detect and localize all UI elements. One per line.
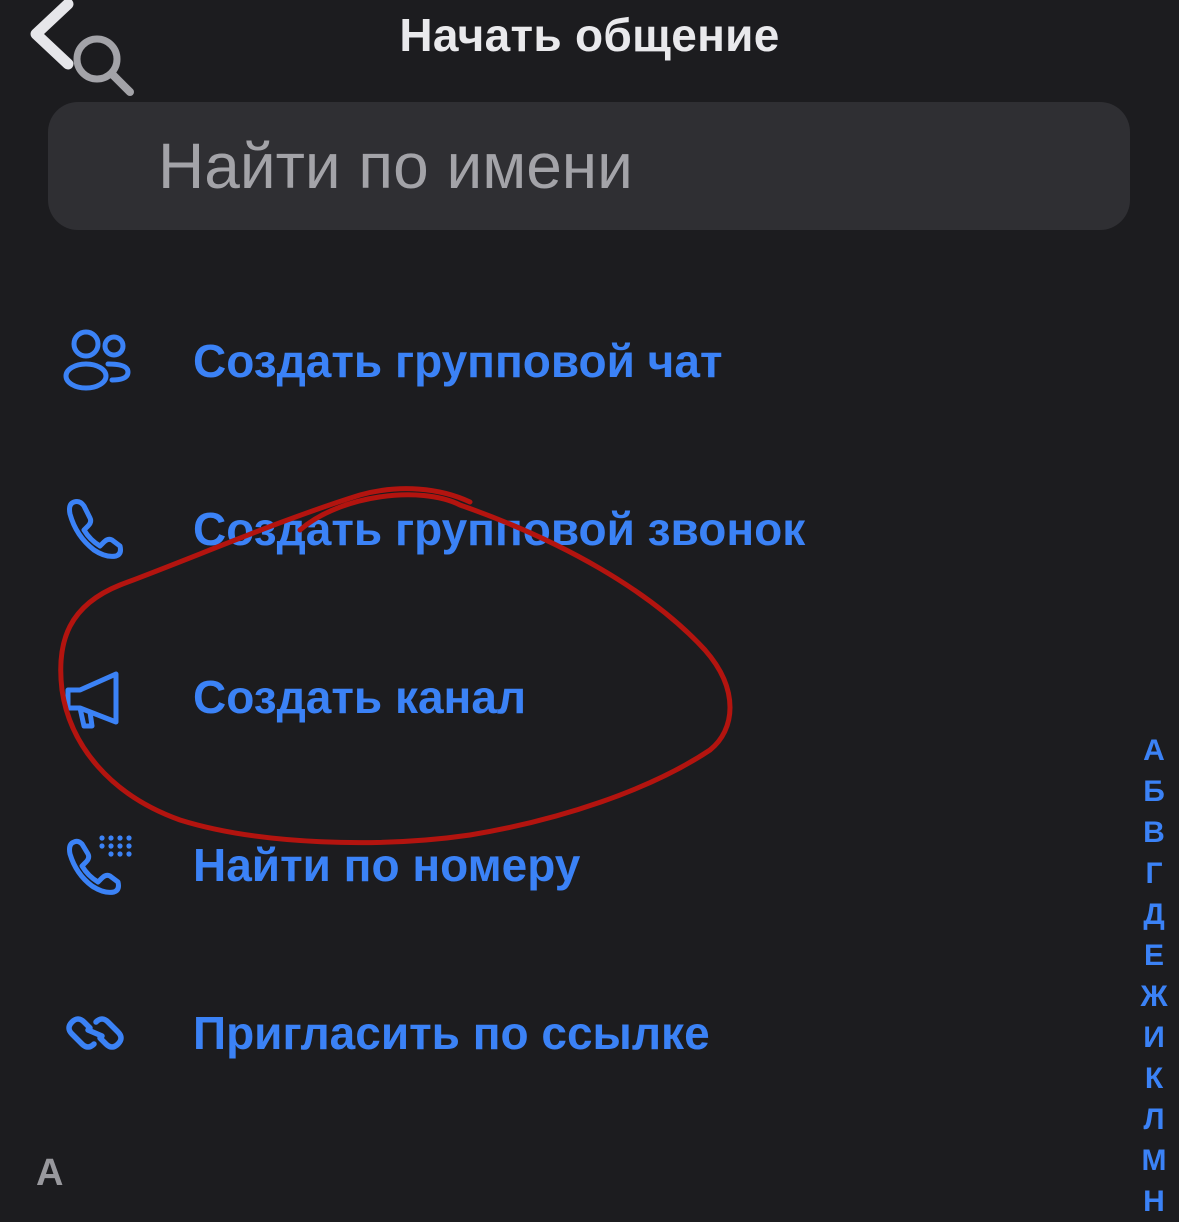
contacts-section-header: А [36, 1152, 64, 1194]
alphabet-index-letter[interactable]: Л [1132, 1099, 1176, 1140]
alphabet-index-letter[interactable]: Г [1132, 853, 1176, 894]
alphabet-index-letter[interactable]: Н [1132, 1181, 1176, 1222]
phone-icon [67, 499, 123, 559]
menu-item-create-channel[interactable]: Создать канал [0, 636, 1100, 756]
search-input[interactable] [158, 102, 1058, 230]
alphabet-index-letter[interactable]: А [1132, 730, 1176, 771]
alphabet-index-letter[interactable]: И [1132, 1017, 1176, 1058]
alphabet-index-letter[interactable]: Ж [1132, 976, 1176, 1017]
menu-item-label: Создать канал [193, 671, 527, 723]
link-icon [66, 1016, 124, 1050]
menu-item-label: Пригласить по ссылке [193, 1007, 710, 1059]
search-icon [73, 35, 134, 96]
menu-item-invite-by-link[interactable]: Пригласить по ссылке [0, 972, 1100, 1092]
menu-item-label: Создать групповой звонок [193, 503, 806, 555]
page-title: Начать общение [399, 9, 780, 61]
menu-item-find-by-number[interactable]: Найти по номеру [0, 804, 1100, 924]
alphabet-index-letter[interactable]: В [1132, 812, 1176, 853]
alphabet-index-letter[interactable]: Д [1132, 894, 1176, 935]
phone-keypad-icon [67, 835, 132, 895]
menu-item-create-group-chat[interactable]: Создать групповой чат [0, 300, 1100, 420]
alphabet-index-letter[interactable]: М [1132, 1140, 1176, 1181]
alphabet-index-letter[interactable]: К [1132, 1058, 1176, 1099]
alphabet-index[interactable]: А Б В Г Д Е Ж И К Л М Н [1132, 730, 1176, 1222]
menu-item-label: Найти по номеру [193, 839, 581, 891]
menu-item-label: Создать групповой чат [193, 335, 723, 387]
menu-item-create-group-call[interactable]: Создать групповой звонок [0, 468, 1100, 588]
group-users-icon [63, 329, 131, 391]
alphabet-index-letter[interactable]: Е [1132, 935, 1176, 976]
megaphone-icon [65, 671, 119, 729]
alphabet-index-letter[interactable]: Б [1132, 771, 1176, 812]
